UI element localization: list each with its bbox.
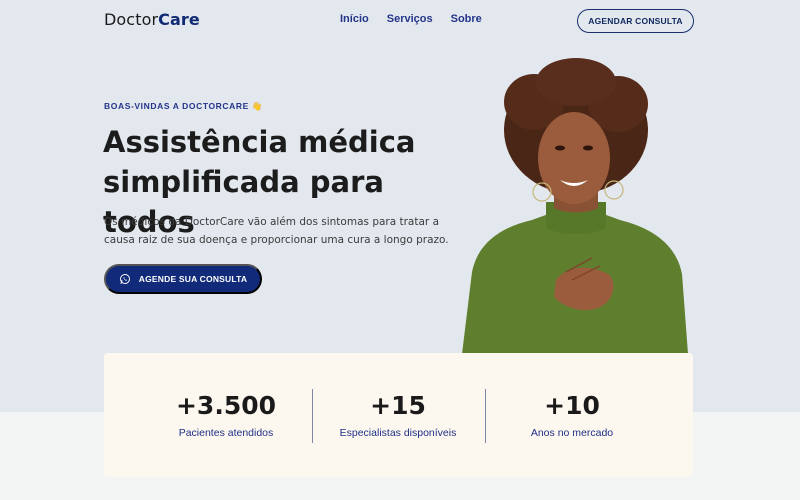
whatsapp-icon [119,274,130,284]
logo-bold: Care [158,10,200,29]
book-appointment-label: AGENDE SUA CONSULTA [138,274,248,284]
nav-link-servicos[interactable]: Serviços [387,13,433,25]
nav-link-sobre[interactable]: Sobre [451,13,482,25]
stat-patients: +3.500 Pacientes atendidos [136,391,316,439]
nav-link-inicio[interactable]: Início [340,13,369,25]
stat-years: +10 Anos no mercado [482,391,662,439]
stat-value: +10 [544,391,600,420]
stat-label: Anos no mercado [530,427,614,439]
doctor-portrait-image [462,58,688,354]
schedule-appointment-button[interactable]: AGENDAR CONSULTA [577,9,694,33]
stat-value: +15 [370,391,426,420]
main-nav: Início Serviços Sobre [340,13,482,25]
logo[interactable]: DoctorCare [104,10,200,29]
stat-value: +3.500 [175,391,277,420]
logo-light: Doctor [104,10,159,29]
stat-label: Especialistas disponíveis [339,427,457,439]
stat-specialists: +15 Especialistas disponíveis [308,391,488,439]
book-appointment-button[interactable]: AGENDE SUA CONSULTA [104,264,262,294]
hero-eyebrow: BOAS-VINDAS A DOCTORCARE 👋 [104,101,264,111]
stats-card: +3.500 Pacientes atendidos +15 Especiali… [104,353,693,477]
hero-lead: Os médicos da DoctorCare vão além dos si… [104,216,449,246]
stat-label: Pacientes atendidos [178,427,274,439]
